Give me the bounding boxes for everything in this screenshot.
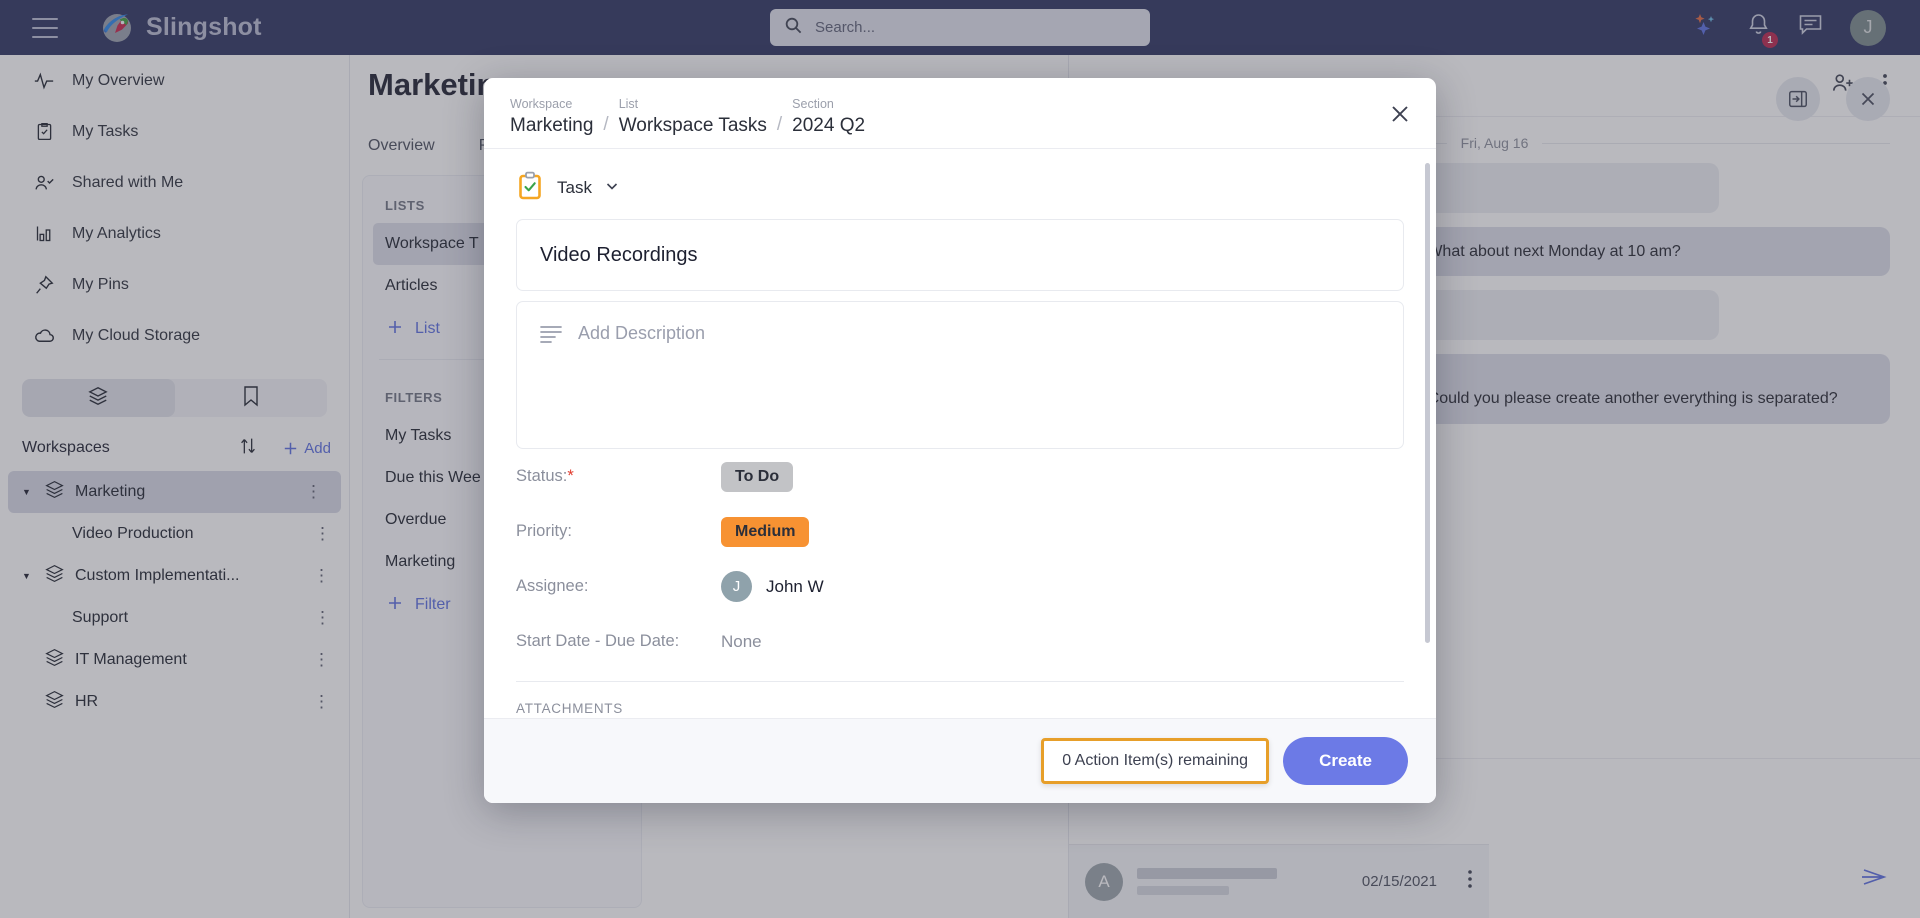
breadcrumb-section[interactable]: Section 2024 Q2 <box>792 97 865 137</box>
avatar: J <box>721 571 752 602</box>
breadcrumb-value: Marketing <box>510 115 594 136</box>
field-label: Priority: <box>516 522 572 540</box>
task-detail-modal: Workspace Marketing / List Workspace Tas… <box>484 78 1436 803</box>
required-asterisk: * <box>567 467 574 485</box>
breadcrumb-value: Workspace Tasks <box>618 115 767 136</box>
field-assignee: Assignee: J John W <box>516 559 1404 614</box>
breadcrumb-label: Workspace <box>510 97 573 111</box>
breadcrumb-separator: / <box>603 114 609 135</box>
chevron-down-icon[interactable] <box>605 179 619 198</box>
field-label: Assignee: <box>516 577 589 595</box>
field-label: Start Date - Due Date: <box>516 632 680 650</box>
task-description-input[interactable]: Add Description <box>516 301 1404 449</box>
field-label: Status:* <box>516 467 574 485</box>
modal-body: Task Video Recordings Add Description St… <box>484 149 1436 718</box>
breadcrumb-value: 2024 Q2 <box>792 115 866 136</box>
breadcrumb-list[interactable]: List Workspace Tasks <box>619 97 767 137</box>
close-icon[interactable] <box>1388 102 1412 131</box>
breadcrumb-label: List <box>618 97 639 111</box>
modal-header: Workspace Marketing / List Workspace Tas… <box>484 78 1436 149</box>
field-status: Status:* To Do <box>516 449 1404 504</box>
task-description-placeholder: Add Description <box>578 323 706 343</box>
action-items-remaining[interactable]: 0 Action Item(s) remaining <box>1041 738 1270 784</box>
modal-scroll-area: Task Video Recordings Add Description St… <box>484 149 1436 718</box>
create-button[interactable]: Create <box>1283 737 1408 785</box>
modal-scrollbar[interactable] <box>1425 163 1430 643</box>
assignee-name[interactable]: John W <box>766 577 824 597</box>
breadcrumb-label: Section <box>792 97 834 111</box>
task-title-input[interactable]: Video Recordings <box>516 219 1404 291</box>
priority-chip[interactable]: Medium <box>721 516 810 547</box>
status-chip[interactable]: To Do <box>721 461 794 492</box>
task-type-selector[interactable]: Task <box>516 171 1404 205</box>
breadcrumb-separator: / <box>776 114 783 135</box>
app-root: Marketing Overview Pr LISTS Workspace T … <box>0 0 1920 918</box>
breadcrumb-workspace[interactable]: Workspace Marketing <box>510 97 593 137</box>
description-lines-icon <box>540 325 562 348</box>
date-range-value[interactable]: None <box>721 632 762 652</box>
task-title-value: Video Recordings <box>540 243 698 266</box>
task-type-label: Task <box>557 178 592 197</box>
task-clipboard-icon <box>516 171 544 206</box>
field-priority: Priority: Medium <box>516 504 1404 559</box>
breadcrumb: Workspace Marketing / List Workspace Tas… <box>510 97 865 137</box>
field-dates: Start Date - Due Date: None <box>516 614 1404 669</box>
attachments-section-label: ATTACHMENTS <box>516 701 623 716</box>
modal-footer: 0 Action Item(s) remaining Create <box>484 718 1436 803</box>
